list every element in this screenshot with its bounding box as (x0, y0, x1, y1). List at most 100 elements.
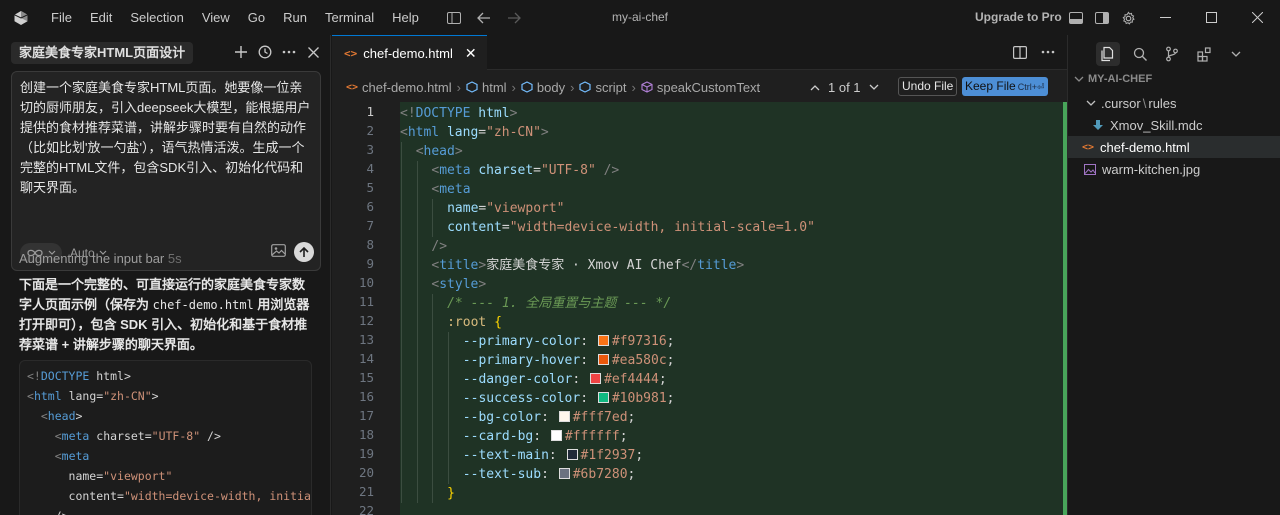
code-line: --bg-color: #fff7ed; (463, 408, 636, 427)
chevron-up-icon[interactable] (810, 84, 820, 91)
tree-file-label: chef-demo.html (1100, 139, 1190, 155)
breadcrumb-script[interactable]: script (579, 80, 627, 95)
more-actions-icon[interactable] (1039, 43, 1057, 61)
menu-selection[interactable]: Selection (121, 0, 192, 35)
symbol-element-icon (521, 81, 533, 93)
chat-tab-title[interactable]: 家庭美食专家HTML页面设计 (11, 42, 194, 64)
forward-arrow-icon[interactable] (505, 9, 523, 27)
color-swatch[interactable] (558, 411, 570, 422)
breadcrumb-file-label: chef-demo.html (362, 79, 452, 95)
tab-chef-demo-html[interactable]: <> chef-demo.html ✕ (332, 35, 487, 70)
code-line: } (447, 484, 455, 503)
answer-code-block[interactable]: <!DOCTYPE html> <html lang="zh-CN"> <head… (19, 360, 312, 515)
code-token: #10b981 (611, 391, 667, 406)
line-number: 3 (366, 142, 374, 157)
explorer-project-header[interactable]: MY-AI-CHEF (1074, 73, 1152, 85)
code-token: #fff7ed (572, 410, 628, 425)
menu-help[interactable]: Help (383, 0, 428, 35)
code-token: : (533, 429, 549, 444)
code-token: "zh-CN" (486, 125, 541, 140)
prompt-text[interactable]: 创建一个家庭美食专家HTML页面。她要像一位亲切的厨师朋友，引入deepseek… (20, 78, 314, 198)
menu-edit[interactable]: Edit (81, 0, 121, 35)
breadcrumb-function-label: speakCustomText (656, 79, 761, 95)
minimize-icon[interactable] (1142, 0, 1188, 35)
menu-view[interactable]: View (193, 0, 239, 35)
indent-guide (416, 161, 418, 503)
code-editor[interactable]: <!DOCTYPE html> <html lang="zh-CN"> <head>… (400, 102, 1064, 515)
code-token: /* --- 1. 全局重置与主题 --- */ (447, 296, 672, 311)
attach-image-icon[interactable] (271, 244, 286, 260)
code-token: :root (447, 315, 487, 330)
color-swatch[interactable] (566, 449, 578, 460)
breadcrumb-separator-icon: › (456, 79, 461, 95)
line-number: 19 (358, 446, 374, 461)
menu-run[interactable]: Run (274, 0, 316, 35)
breadcrumb: <> chef-demo.html › html › body › script … (346, 76, 760, 98)
close-chat-icon[interactable] (305, 43, 321, 61)
tree-file-xmov-skill[interactable]: Xmov_Skill.mdc (1068, 114, 1280, 136)
keep-file-label: Keep File (965, 79, 1016, 93)
code-token: meta (439, 182, 471, 197)
settings-gear-icon[interactable] (1118, 8, 1138, 28)
menu-go[interactable]: Go (239, 0, 274, 35)
code-token: > (478, 277, 487, 292)
new-chat-plus-icon[interactable] (233, 43, 249, 61)
tree-folder-cursor-rules[interactable]: .cursor \ rules (1068, 92, 1280, 114)
menu-file[interactable]: File (42, 0, 81, 35)
symbol-element-icon (466, 81, 478, 93)
tree-file-warm-kitchen[interactable]: warm-kitchen.jpg (1068, 158, 1280, 180)
history-clock-icon[interactable] (257, 43, 273, 61)
status-time: 5s (167, 251, 182, 266)
chevron-down-icon[interactable] (1224, 42, 1248, 66)
code-token: = (501, 220, 510, 235)
toggle-secondary-sidebar-icon[interactable] (1092, 8, 1112, 28)
color-swatch[interactable] (597, 335, 609, 346)
code-line: --card-bg: #ffffff; (463, 427, 628, 446)
breadcrumb-html[interactable]: html (466, 80, 507, 95)
code-token: --success-color (462, 391, 581, 406)
breadcrumb-body[interactable]: body (521, 80, 565, 95)
code-token: ; (627, 410, 636, 425)
explorer-files-icon[interactable] (1096, 42, 1120, 66)
upgrade-button[interactable]: Upgrade to Pro (975, 0, 1062, 35)
tree-file-chef-demo[interactable]: <> chef-demo.html (1068, 136, 1280, 158)
code-token: title (439, 258, 479, 273)
chevron-down-icon[interactable] (869, 84, 879, 91)
line-number: 1 (366, 104, 374, 119)
toggle-panel-icon[interactable] (1066, 8, 1086, 28)
keep-file-button[interactable]: Keep File Ctrl+⏎ (962, 77, 1048, 96)
menu-terminal[interactable]: Terminal (316, 0, 383, 35)
prompt-input-box[interactable]: 创建一个家庭美食专家HTML页面。她要像一位亲切的厨师朋友，引入deepseek… (11, 71, 321, 271)
split-editor-icon[interactable] (1011, 43, 1029, 61)
code-line: name="viewport" (447, 199, 564, 218)
tree-file-label: warm-kitchen.jpg (1102, 161, 1201, 177)
color-swatch[interactable] (590, 373, 602, 384)
line-number: 8 (366, 237, 374, 252)
search-icon[interactable] (1128, 42, 1152, 66)
code-line: <html lang="zh-CN"> (400, 123, 549, 142)
toggle-sidebar-icon[interactable] (445, 9, 463, 27)
more-options-icon[interactable] (281, 43, 297, 61)
code-line: <!DOCTYPE html> (400, 104, 517, 123)
color-swatch[interactable] (597, 354, 609, 365)
breadcrumb-function[interactable]: speakCustomText (641, 80, 760, 95)
maximize-icon[interactable] (1188, 0, 1234, 35)
back-arrow-icon[interactable] (475, 9, 493, 27)
line-number: 5 (366, 180, 374, 195)
extensions-icon[interactable] (1192, 42, 1216, 66)
close-window-icon[interactable] (1234, 0, 1280, 35)
color-swatch[interactable] (597, 392, 609, 403)
source-control-icon[interactable] (1160, 42, 1184, 66)
breadcrumb-file[interactable]: <> chef-demo.html (346, 80, 452, 95)
undo-file-button[interactable]: Undo File (898, 77, 958, 96)
close-tab-icon[interactable]: ✕ (465, 45, 477, 62)
line-number: 21 (358, 484, 374, 499)
color-swatch[interactable] (558, 468, 570, 479)
code-token: --primary-color (462, 334, 581, 349)
line-number: 9 (366, 256, 374, 271)
code-token: : (572, 372, 589, 387)
color-swatch[interactable] (550, 430, 562, 441)
send-button[interactable] (294, 242, 314, 262)
code-block-content: <!DOCTYPE html> <html lang="zh-CN"> <head… (27, 366, 311, 515)
code-token: /> (603, 163, 620, 178)
